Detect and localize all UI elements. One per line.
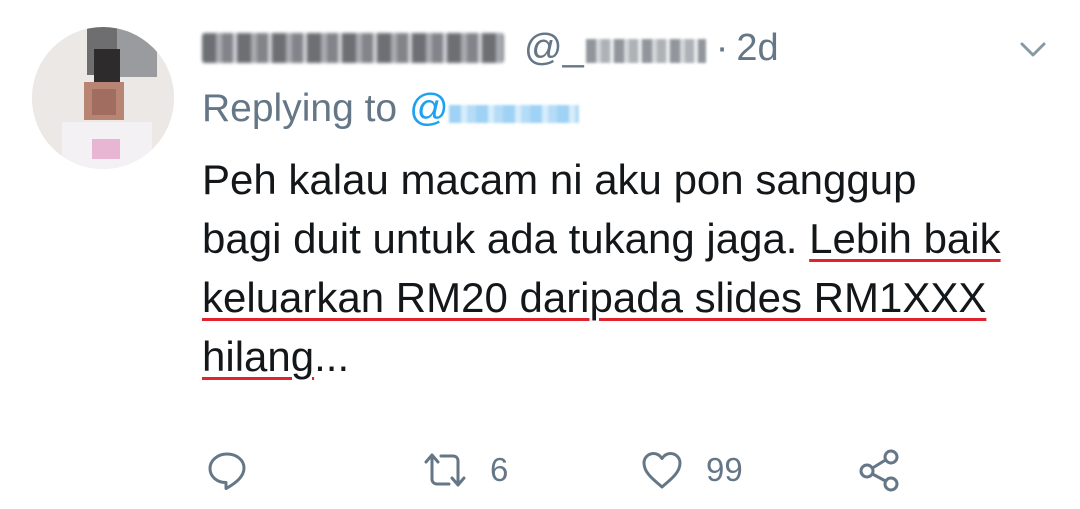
share-icon [858, 448, 904, 492]
timestamp-separator: · [715, 26, 729, 69]
tweet-text-trailing: ... [314, 333, 350, 380]
reply-button[interactable] [206, 440, 248, 500]
tweet-text: Peh kalau macam ni aku pon sanggup bagi … [202, 150, 1002, 386]
handle-redacted[interactable] [585, 39, 706, 63]
retweet-button[interactable]: 6 [422, 440, 508, 500]
display-name-redacted[interactable] [202, 33, 504, 63]
chevron-down-icon[interactable] [1018, 34, 1048, 64]
retweet-icon [422, 449, 468, 491]
share-button[interactable] [858, 440, 904, 500]
timestamp[interactable]: 2d [736, 27, 778, 70]
replying-to: Replying to @ [202, 84, 579, 134]
tweet: @_ · 2d Replying to @ Peh kalau macam ni… [0, 0, 1080, 509]
handle-prefix[interactable]: @_ [524, 27, 584, 70]
heart-icon [640, 449, 684, 491]
like-count: 99 [706, 451, 743, 488]
reply-icon [206, 449, 248, 491]
retweet-count: 6 [490, 451, 509, 488]
replying-to-label: Replying to [202, 87, 398, 130]
avatar[interactable] [32, 27, 174, 169]
replying-to-handle-prefix[interactable]: @ [409, 87, 449, 131]
tweet-header: @_ · 2d [202, 22, 779, 74]
replying-to-handle-redacted[interactable] [448, 105, 579, 123]
like-button[interactable]: 99 [640, 440, 743, 500]
tweet-actions: 6 99 [0, 440, 1080, 500]
